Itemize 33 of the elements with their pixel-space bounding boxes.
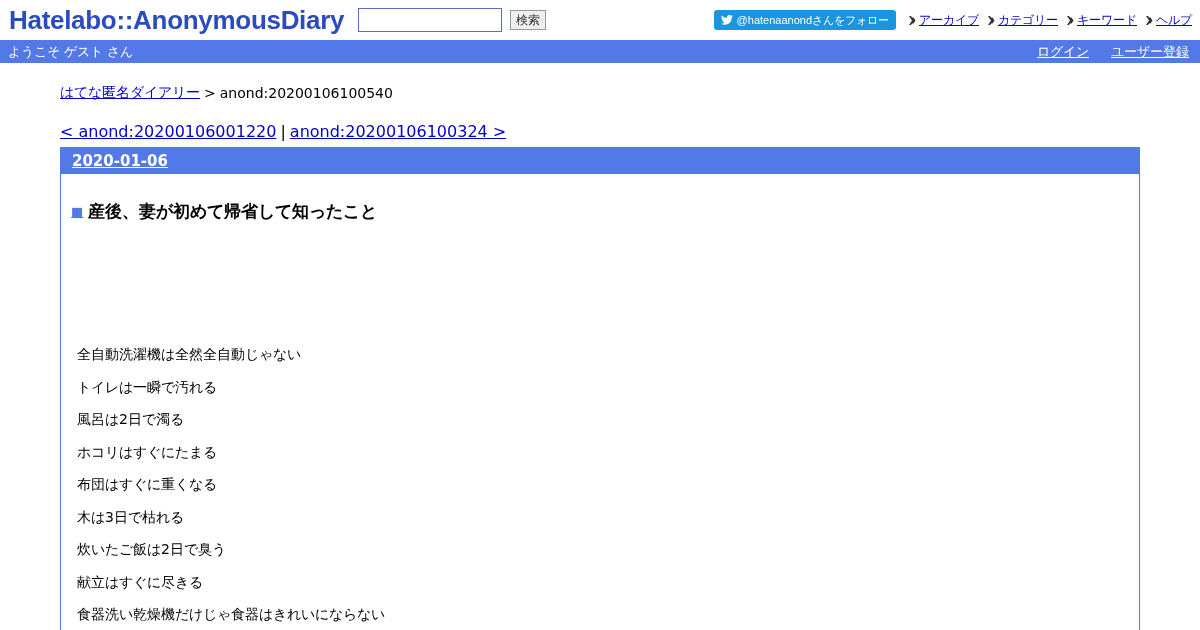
entry-text-line: 全自動洗濯機は全然全自動じゃない <box>77 345 302 364</box>
nav-link[interactable]: ヘルプ <box>1156 11 1192 29</box>
site-logo[interactable]: Hatelabo::AnonymousDiary <box>9 4 345 36</box>
entry-text-line: 木は3日で枯れる <box>77 507 185 527</box>
next-entry-link[interactable]: anond:20200106100324 > <box>289 121 507 141</box>
chevron-icon <box>1067 15 1074 25</box>
header-link[interactable]: ユーザー登録 <box>1111 42 1189 61</box>
nav-link[interactable]: アーカイブ <box>919 11 979 29</box>
header-link[interactable]: ログイン <box>1037 42 1089 61</box>
welcome-text: ようこそ ゲスト さん <box>8 42 134 61</box>
nav-link[interactable]: カテゴリー <box>998 11 1058 29</box>
bird-icon <box>720 15 733 25</box>
search-button[interactable]: 検索 <box>510 10 547 30</box>
breadcrumb-separator: > <box>204 85 216 101</box>
search-field[interactable] <box>358 8 503 32</box>
chevron-icon <box>909 15 916 25</box>
pager-separator: | <box>280 121 286 141</box>
entry-text-line: 炊いたご飯は2日で臭う <box>77 540 227 559</box>
chevron-icon <box>1146 15 1153 25</box>
entry-text-line: 献立はすぐに尽きる <box>77 572 204 592</box>
permalink-link[interactable]: ■ <box>71 204 84 219</box>
previous-entry-link[interactable]: < anond:20200106001220 <box>60 121 277 141</box>
entry-text-line: 風呂は2日で濁る <box>77 410 185 429</box>
breadcrumb-current: anond:20200106100540 <box>219 85 393 101</box>
nav-link[interactable]: キーワード <box>1077 11 1137 29</box>
entry-title: 産後、妻が初めて帰省して知ったこと <box>88 200 378 223</box>
breadcrumb-link[interactable]: はてな匿名ダイアリー <box>60 84 200 102</box>
entry-text-line: 食器洗い乾燥機だけじゃ食器はきれいにならない <box>77 605 386 624</box>
entry-text-line: ホコリはすぐにたまる <box>77 442 218 462</box>
entry-text-line: 布団はすぐに重くなる <box>77 475 218 494</box>
chevron-icon <box>988 15 995 25</box>
entry-text-line: トイレは一瞬で汚れる <box>77 377 218 397</box>
entry-date-link[interactable]: 2020-01-06 <box>72 152 168 170</box>
